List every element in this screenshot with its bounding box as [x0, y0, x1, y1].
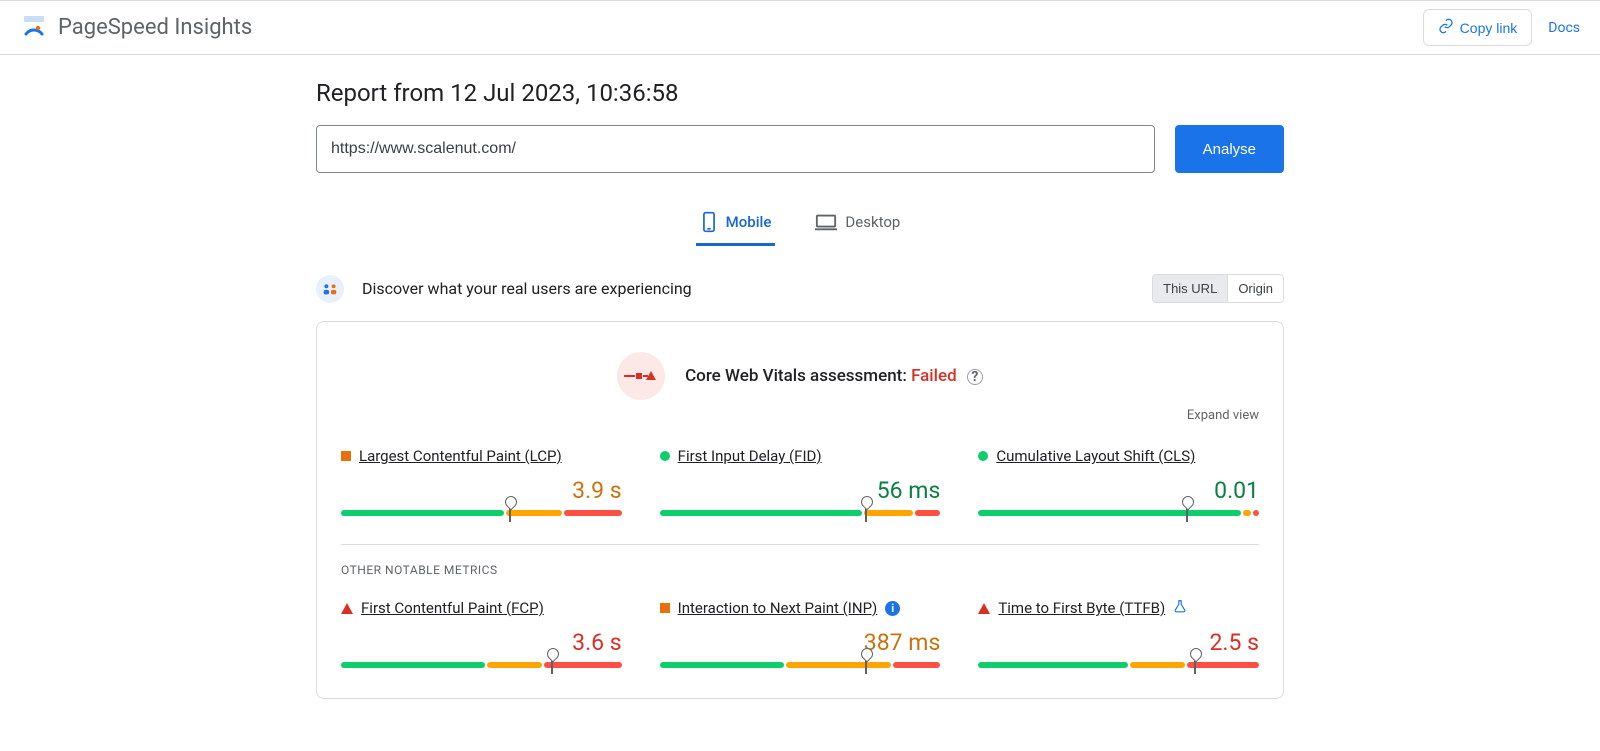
copy-link-label: Copy link	[1460, 20, 1518, 36]
report-title: Report from 12 Jul 2023, 10:36:58	[316, 79, 1284, 107]
marker-square-orange-icon	[341, 451, 351, 461]
tab-desktop-label: Desktop	[845, 213, 900, 231]
assessment-row: Core Web Vitals assessment: Failed ?	[341, 352, 1259, 400]
header-left: PageSpeed Insights	[20, 14, 252, 42]
metric-inp-value: 387 ms	[660, 629, 941, 656]
link-icon	[1438, 18, 1454, 37]
metric-fid-name[interactable]: First Input Delay (FID)	[678, 447, 822, 465]
discover-text: Discover what your real users are experi…	[362, 279, 692, 298]
metric-fcp-name[interactable]: First Contentful Paint (FCP)	[361, 599, 544, 617]
docs-link[interactable]: Docs	[1548, 20, 1580, 36]
tab-mobile[interactable]: Mobile	[696, 201, 776, 246]
copy-link-button[interactable]: Copy link	[1423, 9, 1533, 46]
vitals-card: Core Web Vitals assessment: Failed ? Exp…	[316, 321, 1284, 699]
app-header: PageSpeed Insights Copy link Docs	[0, 0, 1600, 55]
info-icon[interactable]: i	[885, 601, 900, 616]
discover-left: Discover what your real users are experi…	[316, 275, 692, 303]
metric-ttfb: Time to First Byte (TTFB) 2.5 s	[978, 599, 1259, 668]
metric-inp: Interaction to Next Paint (INP) i 387 ms	[660, 599, 941, 668]
metric-fid-bar	[660, 510, 941, 516]
metric-cls-value: 0.01	[978, 477, 1259, 504]
desktop-icon	[815, 213, 837, 231]
metric-ttfb-bar	[978, 662, 1259, 668]
toggle-this-url[interactable]: This URL	[1153, 275, 1227, 302]
metric-lcp-name[interactable]: Largest Contentful Paint (LCP)	[359, 447, 562, 465]
metric-fid: First Input Delay (FID) 56 ms	[660, 447, 941, 516]
other-metrics-label: OTHER NOTABLE METRICS	[341, 563, 1259, 577]
assessment-status-icon	[617, 352, 665, 400]
header-right: Copy link Docs	[1423, 9, 1580, 46]
discover-row: Discover what your real users are experi…	[316, 274, 1284, 303]
users-icon	[316, 275, 344, 303]
metric-lcp: Largest Contentful Paint (LCP) 3.9 s	[341, 447, 622, 516]
marker-triangle-red-icon	[978, 603, 990, 614]
metric-inp-bar	[660, 662, 941, 668]
url-input[interactable]	[316, 125, 1155, 173]
metric-cls: Cumulative Layout Shift (CLS) 0.01	[978, 447, 1259, 516]
analyse-button[interactable]: Analyse	[1175, 125, 1284, 173]
scope-toggle: This URL Origin	[1152, 274, 1284, 303]
metric-ttfb-name[interactable]: Time to First Byte (TTFB)	[998, 599, 1165, 617]
assessment-label: Core Web Vitals assessment:	[685, 366, 911, 386]
marker-square-orange-icon	[660, 603, 670, 613]
metric-fid-value: 56 ms	[660, 477, 941, 504]
metric-cls-bar	[978, 510, 1259, 516]
marker-circle-green-icon	[978, 451, 988, 461]
metric-fcp-bar	[341, 662, 622, 668]
flask-icon[interactable]	[1173, 599, 1187, 617]
device-tabs: Mobile Desktop	[316, 201, 1284, 246]
mobile-icon	[700, 211, 718, 233]
help-icon[interactable]: ?	[967, 369, 983, 385]
tab-mobile-label: Mobile	[726, 213, 772, 231]
assessment-text: Core Web Vitals assessment: Failed ?	[685, 366, 983, 386]
core-metrics-grid: Largest Contentful Paint (LCP) 3.9 s Fir…	[341, 447, 1259, 516]
marker-circle-green-icon	[660, 451, 670, 461]
metric-fcp: First Contentful Paint (FCP) 3.6 s	[341, 599, 622, 668]
metric-ttfb-value: 2.5 s	[978, 629, 1259, 656]
metrics-divider	[341, 544, 1259, 545]
assessment-status: Failed	[911, 366, 957, 386]
metric-inp-name[interactable]: Interaction to Next Paint (INP)	[678, 599, 878, 617]
tab-desktop[interactable]: Desktop	[811, 201, 904, 246]
main-container: Report from 12 Jul 2023, 10:36:58 Analys…	[300, 55, 1300, 723]
marker-triangle-red-icon	[341, 603, 353, 614]
other-metrics-grid: First Contentful Paint (FCP) 3.6 s Inter…	[341, 599, 1259, 668]
toggle-origin[interactable]: Origin	[1227, 275, 1283, 302]
metric-cls-name[interactable]: Cumulative Layout Shift (CLS)	[996, 447, 1195, 465]
app-title: PageSpeed Insights	[58, 15, 252, 40]
metric-lcp-bar	[341, 510, 622, 516]
metric-fcp-value: 3.6 s	[341, 629, 622, 656]
psi-logo-icon	[20, 14, 48, 42]
metric-lcp-value: 3.9 s	[341, 477, 622, 504]
url-row: Analyse	[316, 125, 1284, 173]
expand-view-link[interactable]: Expand view	[341, 408, 1259, 423]
